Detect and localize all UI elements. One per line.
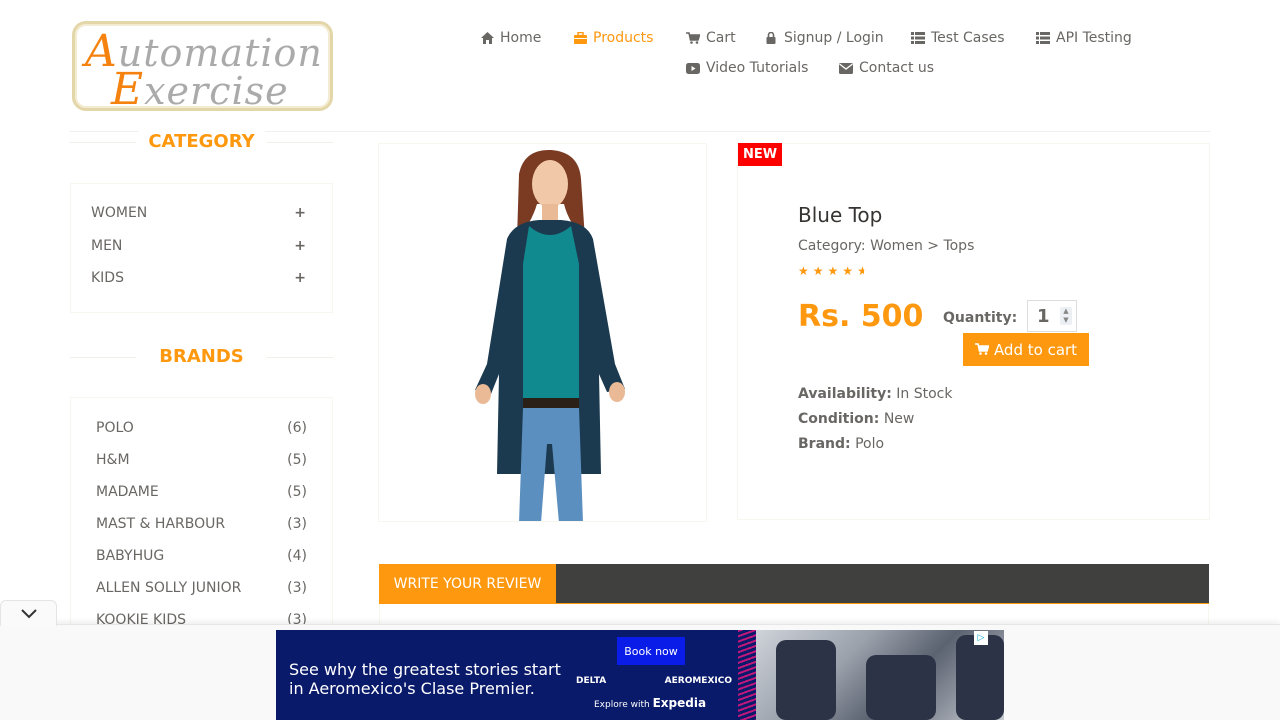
brand-item-madame[interactable]: MADAME (5)	[96, 484, 307, 500]
plus-icon[interactable]: +	[294, 270, 306, 286]
nav-products-label: Products	[593, 30, 654, 46]
write-review-tab[interactable]: WRITE YOUR REVIEW	[379, 564, 556, 604]
home-icon	[480, 32, 494, 44]
product-details-page: Automation Exercise Home Products Cart S…	[0, 0, 1280, 720]
star-half-icon: ★	[857, 264, 864, 278]
adchoices-icon[interactable]: ▷	[974, 631, 988, 645]
lock-icon	[764, 32, 778, 44]
nav-api-testing-label: API Testing	[1056, 30, 1132, 46]
nav-video-tutorials-label: Video Tutorials	[706, 60, 809, 76]
ad-headline: See why the greatest stories start in Ae…	[289, 660, 561, 698]
plus-icon[interactable]: +	[294, 238, 306, 254]
availability-row: Availability: In Stock	[798, 386, 953, 402]
category-label: MEN	[91, 238, 123, 254]
new-badge: NEW	[738, 143, 782, 166]
brands-panel: POLO (6) H&M (5) MADAME (5) MAST & HARBOUR(…	[70, 397, 333, 657]
brand-item-allen-solly-junior[interactable]: ALLEN SOLLY JUNIOR (3)	[96, 580, 307, 596]
star-icon: ★	[827, 264, 843, 278]
ad-book-now-button[interactable]: Book now	[617, 637, 685, 665]
category-item-women[interactable]: WOMEN +	[91, 205, 306, 221]
envelope-icon	[839, 62, 853, 74]
nav-signup-login[interactable]: Signup / Login	[764, 30, 884, 46]
nav-cart-label: Cart	[706, 30, 736, 46]
nav-contact-us[interactable]: Contact us	[839, 60, 934, 76]
site-logo[interactable]: Automation Exercise	[72, 21, 333, 115]
list-icon	[1036, 32, 1050, 44]
brand-item-mast-harbour[interactable]: MAST & HARBOUR (3)	[96, 516, 307, 532]
category-item-kids[interactable]: KIDS +	[91, 270, 306, 286]
brand-row: Brand: Polo	[798, 436, 885, 452]
briefcase-icon	[573, 32, 587, 44]
category-label: WOMEN	[91, 205, 148, 221]
nav-video-tutorials[interactable]: Video Tutorials	[686, 60, 808, 76]
ad-decorative-stripe	[738, 630, 758, 720]
product-category: Category: Women > Tops	[798, 238, 975, 254]
star-half-outline-icon: ☆	[864, 264, 870, 278]
category-heading: CATEGORY	[70, 131, 333, 152]
star-icon: ★	[798, 264, 813, 278]
product-image	[378, 143, 707, 522]
ad-expedia-line: Explore with Expedia	[594, 696, 707, 710]
youtube-play-icon	[686, 62, 700, 74]
ad-partner-logos: DELTA AEROMEXICO	[576, 676, 732, 686]
quantity-value: 1	[1037, 305, 1050, 327]
cart-icon	[974, 341, 990, 359]
ad-banner[interactable]: See why the greatest stories start in Ae…	[276, 630, 1004, 720]
nav-test-cases-label: Test Cases	[931, 30, 1005, 46]
nav-test-cases[interactable]: Test Cases	[911, 30, 1005, 46]
ad-cabin-photo	[756, 630, 1004, 720]
nav-login-label: Signup / Login	[784, 30, 884, 46]
star-icon: ★	[812, 264, 828, 278]
category-label: KIDS	[91, 270, 124, 286]
add-to-cart-label: Add to cart	[993, 340, 1078, 359]
product-photo-illustration	[475, 149, 625, 521]
condition-row: Condition: New	[798, 411, 915, 427]
nav-home-label: Home	[500, 30, 542, 46]
product-rating: ★★★★★☆	[798, 264, 870, 278]
quantity-input[interactable]: 1 ▲ ▼	[1027, 300, 1077, 332]
plus-icon[interactable]: +	[294, 205, 306, 221]
nav-contact-us-label: Contact us	[859, 60, 935, 76]
list-icon	[911, 32, 925, 44]
category-item-men[interactable]: MEN +	[91, 238, 306, 254]
chevron-down-icon	[20, 604, 37, 623]
quantity-label: Quantity:	[943, 310, 1018, 326]
brand-item-hm[interactable]: H&M (5)	[96, 452, 307, 468]
brand-item-polo[interactable]: POLO (6)	[96, 420, 307, 436]
nav-cart[interactable]: Cart	[686, 30, 736, 46]
logo-line-2: Exercise	[111, 64, 289, 115]
nav-api-testing[interactable]: API Testing	[1036, 30, 1132, 46]
category-panel: WOMEN + MEN + KIDS +	[70, 183, 333, 313]
nav-products[interactable]: Products	[573, 30, 653, 46]
brands-heading: BRANDS	[70, 346, 333, 367]
aeromexico-logo: AEROMEXICO	[664, 676, 732, 686]
brand-item-babyhug[interactable]: BABYHUG (4)	[96, 548, 307, 564]
ad-collapse-toggle[interactable]	[0, 600, 57, 626]
star-icon: ★	[842, 264, 858, 278]
quantity-spinner-icon[interactable]: ▲ ▼	[1060, 307, 1072, 325]
nav-home[interactable]: Home	[480, 30, 541, 46]
product-price: Rs. 500	[798, 299, 924, 334]
add-to-cart-button[interactable]: Add to cart	[963, 333, 1089, 366]
product-title: Blue Top	[798, 203, 883, 227]
cart-icon	[686, 32, 700, 44]
delta-logo: DELTA	[576, 676, 607, 686]
